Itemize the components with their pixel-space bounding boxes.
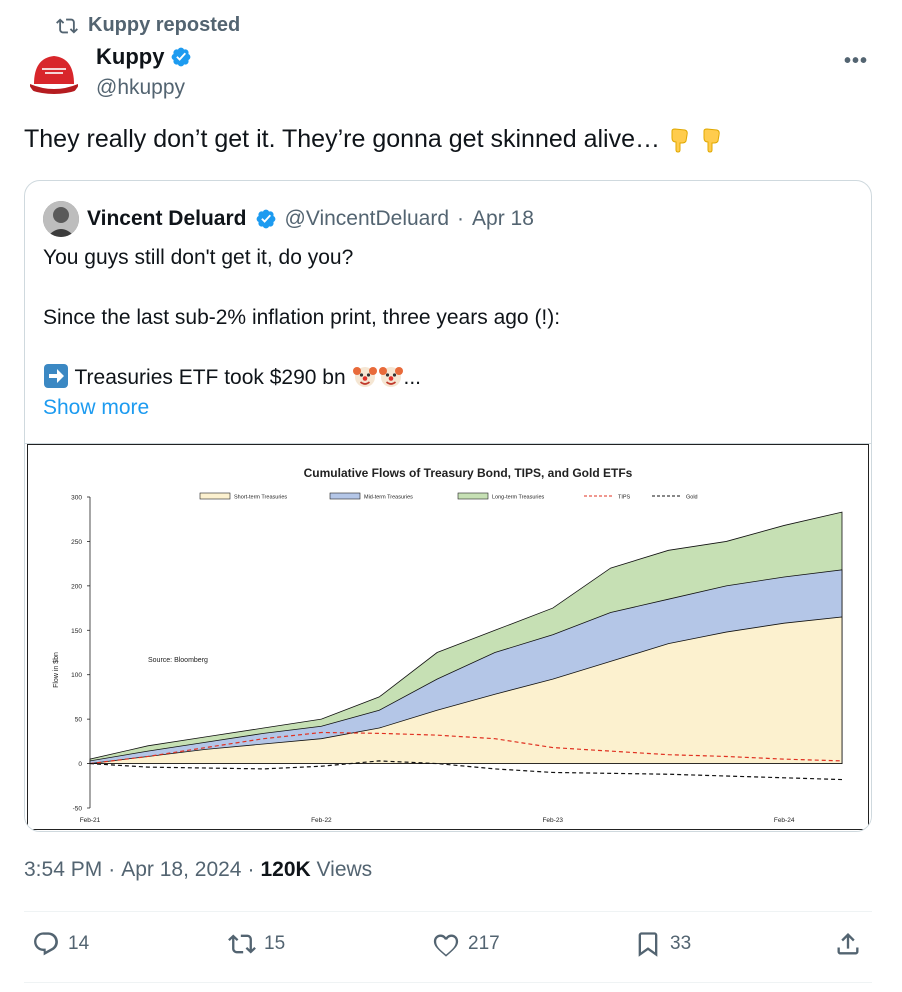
quoted-tweet-header: Vincent Deluard @VincentDeluard · Apr 18 [43, 201, 534, 237]
x-tick-label: Feb-24 [774, 817, 795, 824]
x-tick-label: Feb-22 [311, 817, 332, 824]
meta-separator-2: · [247, 858, 255, 881]
tweet-text: They really don’t get it. They’re gonna … [24, 125, 724, 154]
quoted-line-3-row: Treasuries ETF took $290 bn ... [43, 363, 843, 393]
y-tick-label: 0 [78, 761, 82, 768]
x-tick-label: Feb-21 [80, 817, 101, 824]
quoted-author-name[interactable]: Vincent Deluard [87, 207, 247, 231]
legend-label: Mid-term Treasuries [364, 495, 413, 501]
quoted-blank-line-2 [43, 333, 843, 363]
reply-count: 14 [68, 933, 90, 954]
repost-icon [56, 18, 78, 33]
repost-label: Kuppy reposted [88, 14, 241, 36]
views-label: Views [316, 858, 373, 881]
quoted-separator: · [457, 207, 465, 230]
tweet-meta: 3:54 PM · Apr 18, 2024 · 120K Views [24, 858, 372, 882]
legend-swatch [457, 492, 489, 500]
y-tick-label: 200 [71, 583, 82, 590]
quoted-line-1: You guys still don't get it, do you? [43, 246, 354, 269]
etf-flows-chart: Cumulative Flows of Treasury Bond, TIPS,… [53, 466, 843, 824]
chart-image[interactable]: Cumulative Flows of Treasury Bond, TIPS,… [25, 443, 871, 831]
legend-label: Long-term Treasuries [492, 495, 545, 501]
quoted-verified-badge-icon [256, 209, 275, 229]
legend-label: Gold [686, 495, 698, 501]
y-tick-label: 50 [75, 717, 83, 724]
divider-bottom [24, 982, 872, 983]
show-more-link[interactable]: Show more [43, 393, 843, 423]
quoted-author-handle[interactable]: @VincentDeluard [285, 207, 450, 231]
right-arrow-emoji-icon [44, 364, 68, 388]
chart-legend: Short-term Treasuries Mid-term Treasuries… [199, 492, 698, 501]
avatar[interactable] [26, 44, 82, 100]
bookmark-icon [638, 932, 658, 957]
clown-face-emoji-icon [352, 367, 377, 387]
heart-icon [433, 934, 459, 957]
share-icon [837, 933, 859, 955]
chart-frame: Cumulative Flows of Treasury Bond, TIPS,… [27, 444, 869, 830]
pointing-down-emoji-icon-2 [703, 127, 720, 153]
quoted-line-3: Treasuries ETF took $290 bn [74, 366, 346, 389]
bookmark-button[interactable]: 33 [634, 930, 691, 958]
chart-title: Cumulative Flows of Treasury Bond, TIPS,… [304, 466, 633, 480]
author-name-row[interactable]: Kuppy [96, 44, 192, 70]
quoted-blank-line [43, 273, 843, 303]
like-button[interactable]: 217 [432, 930, 500, 958]
author-handle[interactable]: @hkuppy [96, 76, 185, 100]
meta-separator: · [108, 858, 116, 881]
tweet-body: They really don’t get it. They’re gonna … [24, 125, 661, 153]
y-tick-label: 250 [71, 539, 82, 546]
more-options-icon[interactable]: ••• [844, 50, 868, 73]
legend-label: Short-term Treasuries [234, 495, 287, 501]
pointing-down-emoji-icon [671, 127, 688, 153]
y-tick-label: 300 [71, 495, 82, 502]
portrait-avatar-image [43, 201, 79, 237]
verified-badge-icon [172, 47, 191, 67]
reply-icon [34, 932, 58, 956]
repost-count: 15 [264, 933, 286, 954]
quoted-tweet-body: You guys still don't get it, do you? Sin… [43, 243, 843, 423]
repost-button[interactable]: 15 [228, 930, 285, 958]
divider-top [24, 911, 872, 912]
quoted-avatar[interactable] [43, 201, 79, 237]
bookmark-count: 33 [670, 933, 692, 954]
author-name[interactable]: Kuppy [96, 44, 164, 70]
x-tick-label: Feb-23 [542, 817, 563, 824]
quoted-tweet[interactable]: Vincent Deluard @VincentDeluard · Apr 18… [24, 180, 872, 832]
chart-ylabel: Flow in $bn [53, 652, 60, 688]
chart-areas [89, 511, 843, 764]
quoted-ellipsis: ... [403, 366, 422, 389]
red-hat-avatar-image [26, 44, 82, 100]
y-tick-label: -50 [73, 806, 83, 813]
share-button[interactable] [834, 930, 862, 958]
action-bar: 14 15 217 33 [24, 930, 872, 966]
clown-face-emoji-icon-2 [378, 367, 403, 387]
quoted-date[interactable]: Apr 18 [472, 207, 534, 231]
repost-header[interactable]: Kuppy reposted [56, 14, 240, 37]
reply-button[interactable]: 14 [32, 930, 89, 958]
y-tick-label: 150 [71, 628, 82, 635]
views-count: 120K [260, 858, 311, 881]
legend-label: TIPS [618, 495, 631, 501]
tweet-time[interactable]: 3:54 PM [24, 858, 102, 882]
tweet-date[interactable]: Apr 18, 2024 [121, 858, 241, 882]
legend-swatch [329, 492, 361, 500]
like-count: 217 [468, 933, 500, 954]
quoted-line-2: Since the last sub-2% inflation print, t… [43, 306, 561, 329]
repost-action-icon [228, 934, 256, 954]
legend-swatch [199, 492, 231, 500]
y-tick-label: 100 [71, 672, 82, 679]
chart-annotation: Source: Bloomberg [148, 657, 208, 664]
